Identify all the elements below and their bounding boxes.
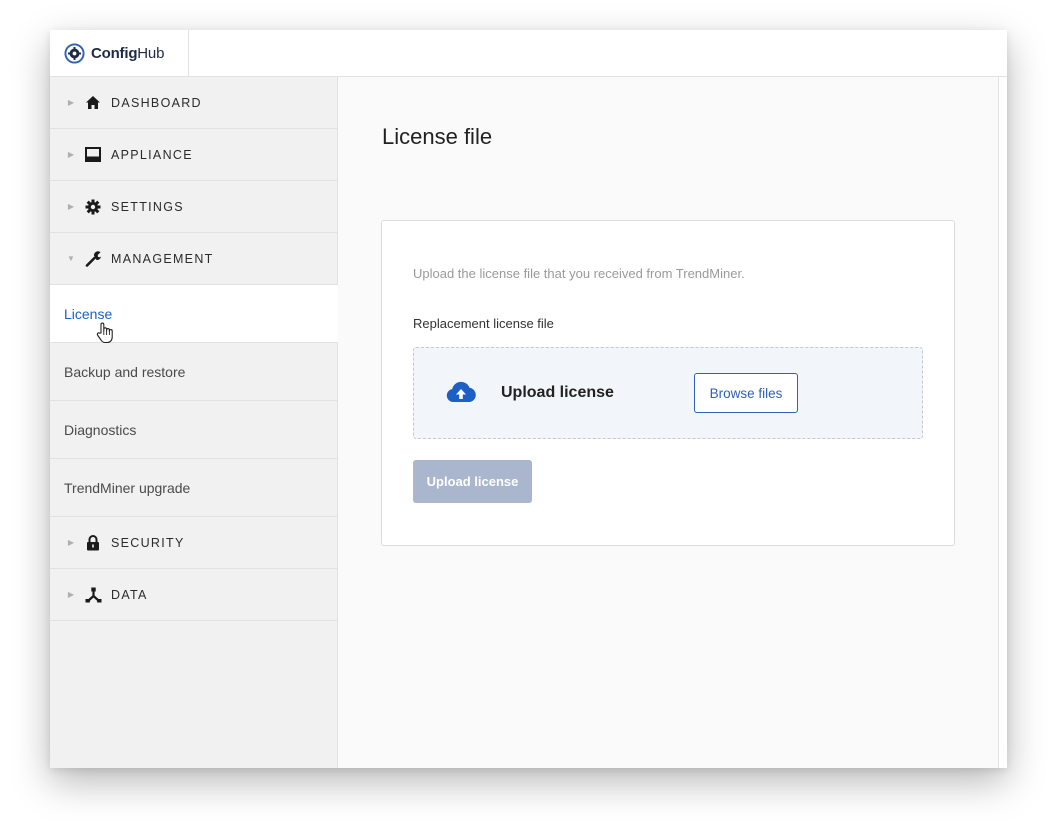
license-card: Upload the license file that you receive… <box>381 220 955 546</box>
top-bar: ConfigHub <box>50 30 1007 77</box>
appliance-icon <box>84 146 102 164</box>
configuration-window: ConfigHub ▶ DASHBOARD ▶ APPLIANCE ▶ SETT… <box>50 30 1007 768</box>
sidebar-item-license[interactable]: License <box>50 285 338 344</box>
caret-down-icon: ▼ <box>67 254 75 263</box>
sidebar-item-diagnostics[interactable]: Diagnostics <box>50 401 337 459</box>
sidebar-item-backup-and-restore[interactable]: Backup and restore <box>50 343 337 401</box>
intro-text: Upload the license file that you receive… <box>413 266 745 281</box>
sidebar-section-management[interactable]: ▼ MANAGEMENT <box>50 233 337 285</box>
sidebar-section-label: MANAGEMENT <box>111 251 214 266</box>
sidebar-section-label: SETTINGS <box>111 199 184 214</box>
caret-right-icon: ▶ <box>67 150 75 159</box>
caret-right-icon: ▶ <box>67 590 75 599</box>
data-tree-icon <box>84 586 102 604</box>
main-content: License file Upload the license file tha… <box>339 77 998 768</box>
home-icon <box>84 94 102 112</box>
sidebar-item-label: TrendMiner upgrade <box>64 479 191 496</box>
sidebar-section-data[interactable]: ▶ DATA <box>50 569 337 621</box>
dropzone-title: Upload license <box>501 384 614 401</box>
caret-right-icon: ▶ <box>67 202 75 211</box>
sidebar-section-label: DASHBOARD <box>111 95 202 110</box>
confighub-logo-icon <box>64 42 85 64</box>
sidebar-item-label: Backup and restore <box>64 363 186 380</box>
sidebar-item-trendminer-upgrade[interactable]: TrendMiner upgrade <box>50 459 337 517</box>
page-title: License file <box>382 124 493 149</box>
sidebar-section-label: DATA <box>111 587 148 602</box>
sidebar-section-appliance[interactable]: ▶ APPLIANCE <box>50 129 337 181</box>
caret-right-icon: ▶ <box>67 98 75 107</box>
sidebar-section-settings[interactable]: ▶ SETTINGS <box>50 181 337 233</box>
lock-icon <box>84 534 102 552</box>
sidebar-section-dashboard[interactable]: ▶ DASHBOARD <box>50 77 337 129</box>
replacement-license-label: Replacement license file <box>413 316 554 331</box>
right-edge-panel <box>998 77 1007 768</box>
sidebar-section-label: APPLIANCE <box>111 147 193 162</box>
upload-license-button[interactable]: Upload license <box>413 460 532 503</box>
cloud-upload-icon <box>446 381 476 402</box>
sidebar-section-label: SECURITY <box>111 535 185 550</box>
browse-files-button[interactable]: Browse files <box>694 373 798 413</box>
gear-icon <box>84 198 102 216</box>
app-logo[interactable]: ConfigHub <box>50 30 189 76</box>
hand-cursor-icon <box>96 322 113 344</box>
wrench-icon <box>84 250 102 268</box>
sidebar-item-label: Diagnostics <box>64 421 137 438</box>
sidebar: ▶ DASHBOARD ▶ APPLIANCE ▶ SETTINGS ▼ MAN… <box>50 77 338 768</box>
caret-right-icon: ▶ <box>67 538 75 547</box>
sidebar-item-label: License <box>64 306 113 322</box>
license-dropzone[interactable]: Upload license Browse files <box>413 347 923 439</box>
sidebar-section-security[interactable]: ▶ SECURITY <box>50 517 337 569</box>
app-name: ConfigHub <box>91 44 165 62</box>
